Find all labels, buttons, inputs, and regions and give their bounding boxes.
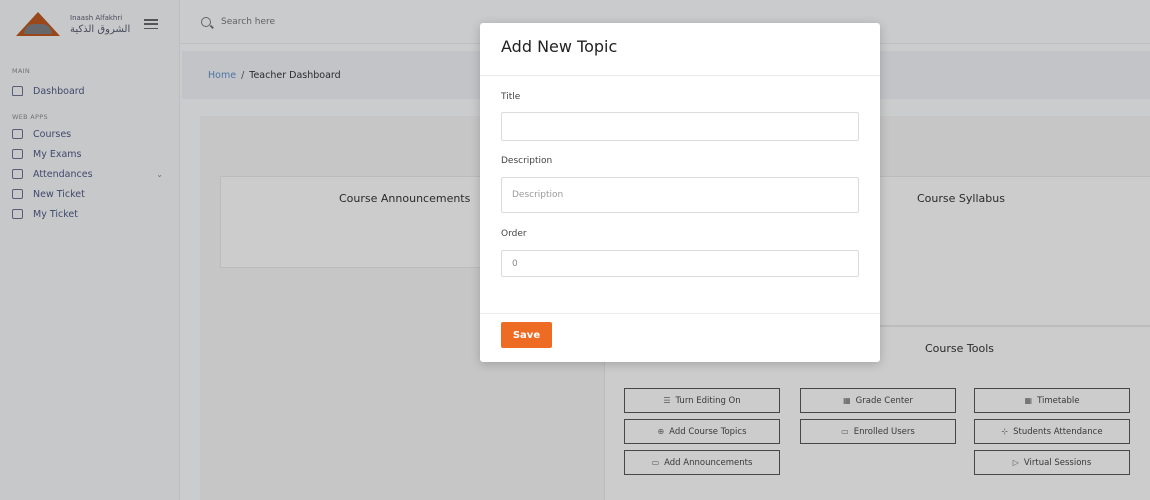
modal-title: Add New Topic bbox=[501, 37, 618, 56]
description-field[interactable] bbox=[501, 177, 859, 213]
modal-header-divider bbox=[480, 75, 880, 76]
order-label: Order bbox=[501, 229, 527, 239]
add-topic-modal: Add New Topic Title Description Order Sa… bbox=[480, 23, 880, 362]
modal-footer-divider bbox=[480, 313, 880, 314]
save-button[interactable]: Save bbox=[501, 322, 552, 348]
title-field[interactable] bbox=[501, 112, 859, 141]
order-field[interactable] bbox=[501, 250, 859, 277]
description-label: Description bbox=[501, 156, 553, 166]
title-label: Title bbox=[501, 92, 521, 102]
